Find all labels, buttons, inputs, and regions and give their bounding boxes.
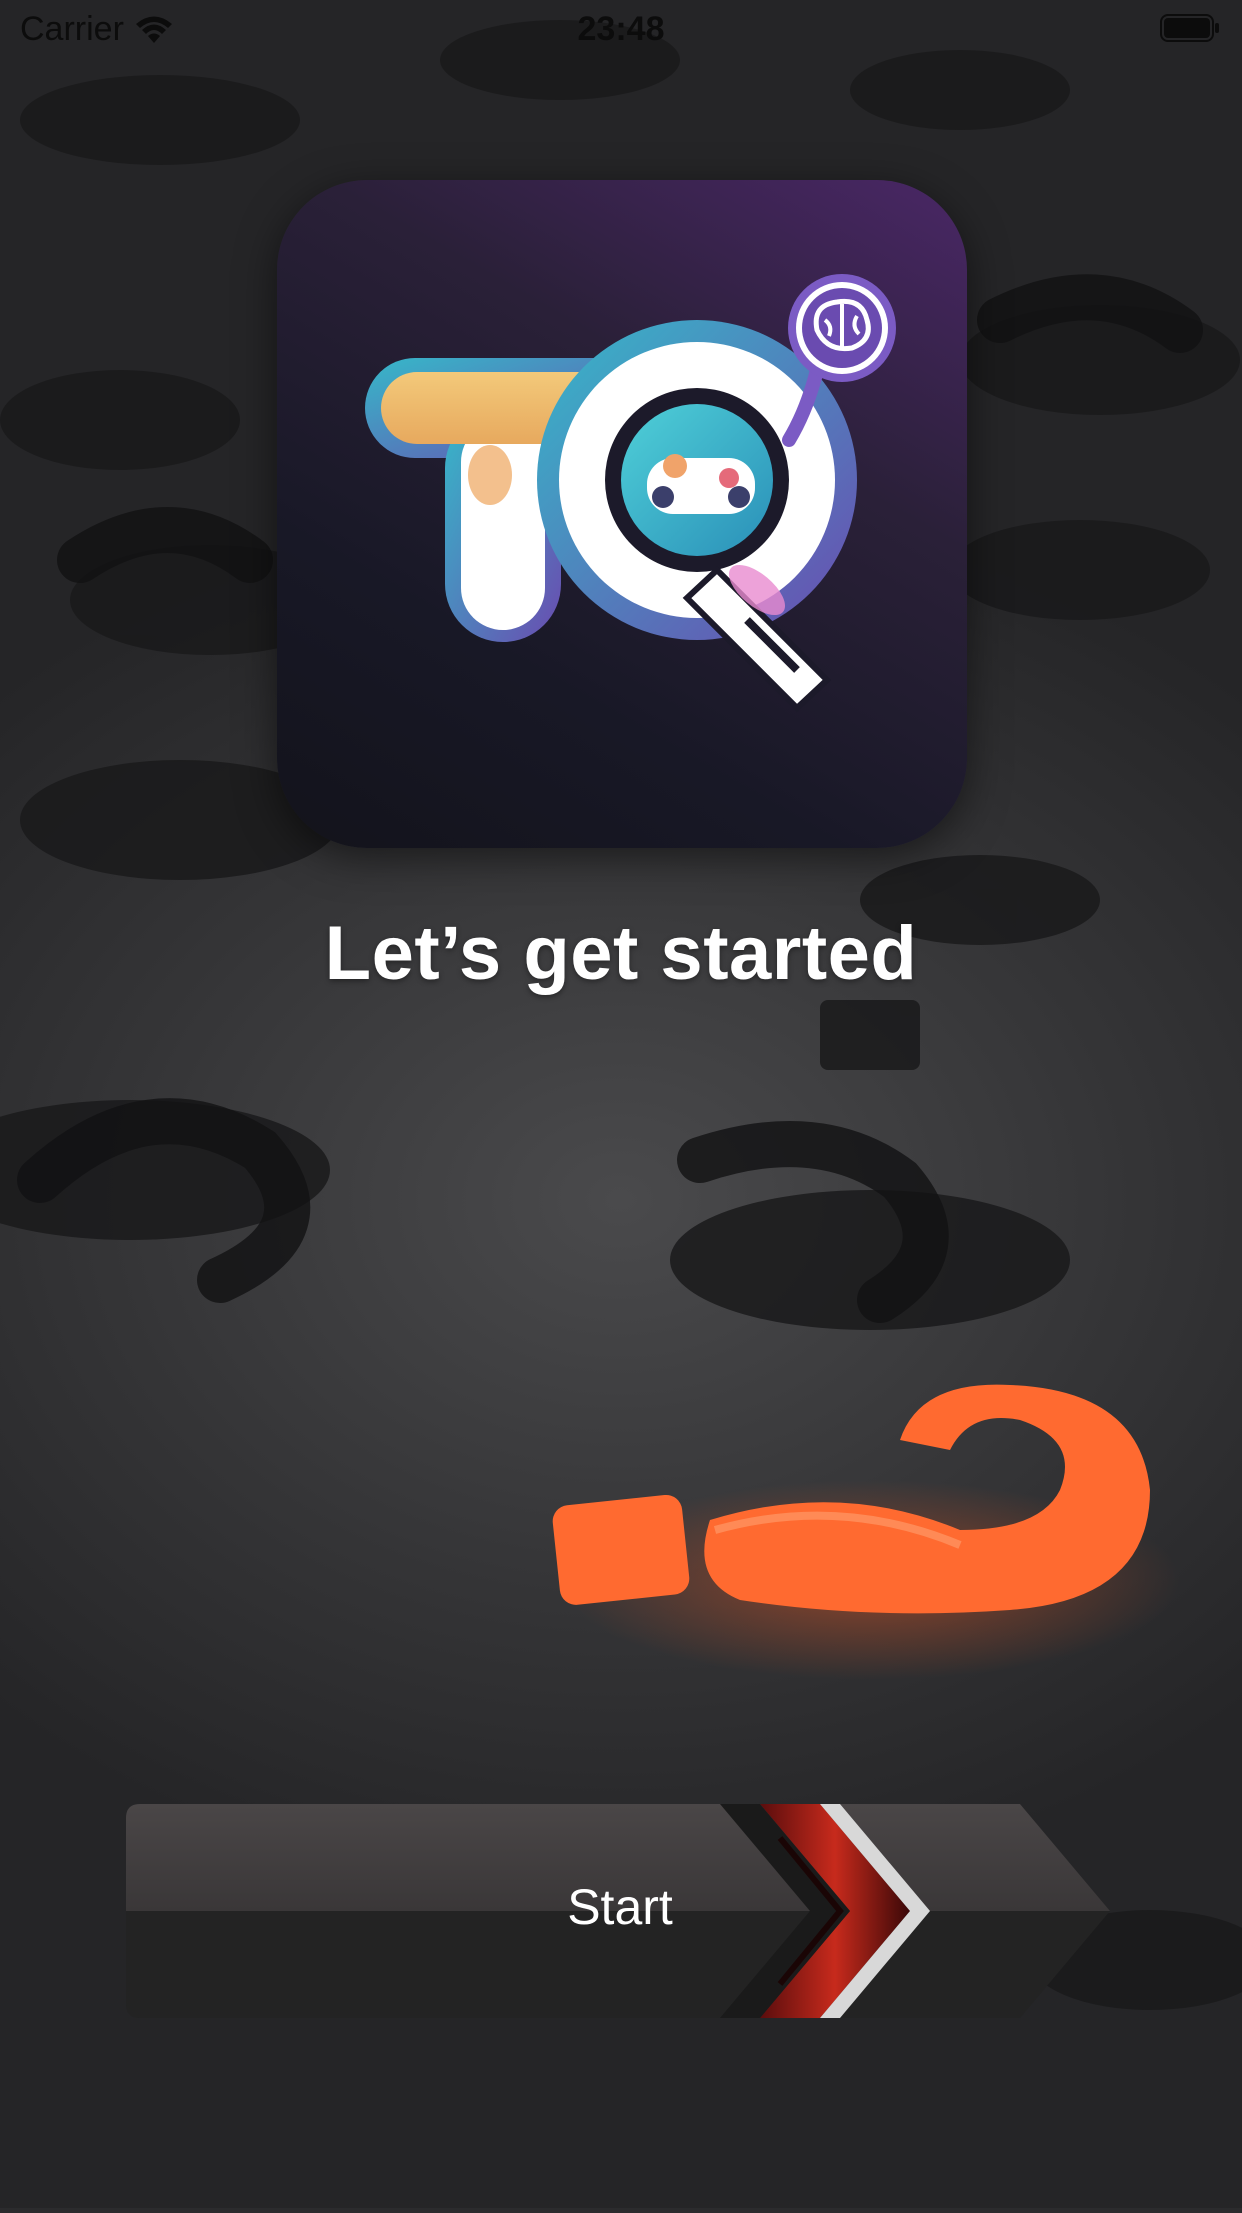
app-logo: [277, 180, 967, 848]
orange-question-mark: [552, 1384, 1180, 1680]
gamepad-icon: [647, 454, 755, 514]
tq-logo-graphic: [365, 274, 896, 713]
start-button[interactable]: Start: [120, 1798, 1120, 2024]
status-time: 23:48: [577, 10, 665, 48]
start-button-shape: [126, 1804, 1110, 2018]
battery-icon: [1160, 14, 1219, 42]
page-title: Let’s get started: [324, 911, 918, 996]
status-bar: Carrier 23:48: [0, 0, 1242, 60]
